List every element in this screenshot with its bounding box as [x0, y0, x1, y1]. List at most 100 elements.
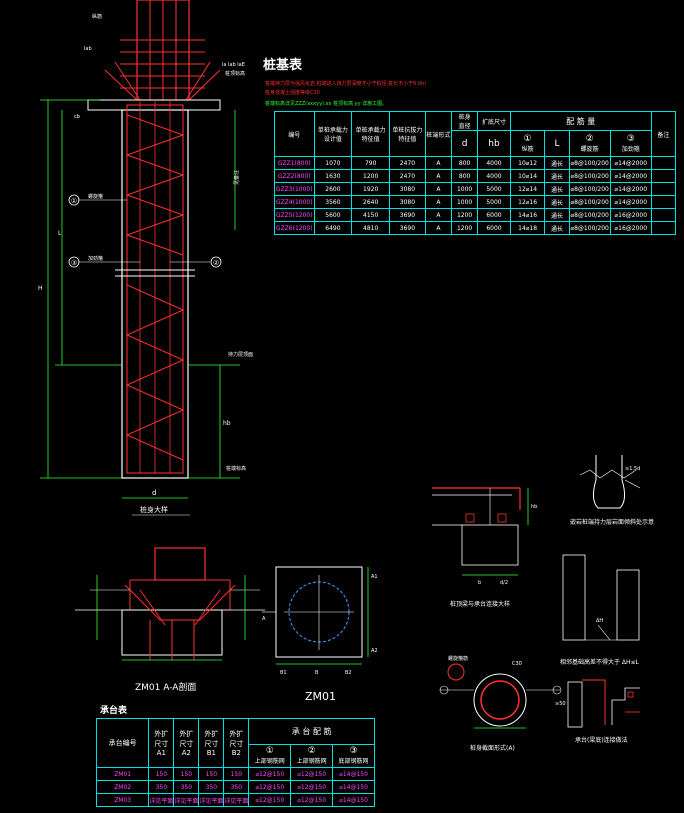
- pile-cell-c1: 2600: [313, 182, 353, 196]
- pile-cell-c1: 6490: [313, 221, 353, 235]
- pile-cell-b3: ⌀14@2000: [609, 169, 652, 183]
- beam-detail-drawing: [432, 487, 529, 576]
- pile-cell-c2: 1200: [351, 169, 391, 183]
- cap-table-row: ZM02 350 350 350 350 ⌀12@150 ⌀12@150 ⌀14@150: [95, 780, 375, 794]
- slope-label: ΔH: [596, 618, 603, 624]
- pile-th-col8: 备注: [650, 111, 677, 157]
- pile-cell-b3: ⌀14@2000: [609, 182, 652, 196]
- pile-cell-hb: 4000: [477, 169, 511, 183]
- pile-cell-hb: 4000: [477, 156, 511, 170]
- pile-th-col7: 配 筋 量: [509, 111, 652, 131]
- rock-label: ≥1.5d: [625, 466, 640, 472]
- rock-caption: 嵌岩桩端持力层岩面倾斜处示意: [570, 518, 654, 526]
- pile-cell-c2: 2640: [351, 195, 391, 209]
- pile-cell-d: 1200: [450, 221, 479, 235]
- pile-note-red-2: 桩身混凝土强度等级C30: [265, 90, 320, 96]
- cap-th-a2: 外扩 尺寸 A2: [173, 718, 200, 768]
- label-elev-bot: 桩端标高: [226, 465, 246, 472]
- pile-cell-c4: A: [424, 182, 453, 196]
- plan-caption: ZM01: [305, 690, 336, 703]
- pile-cell-b1: 14⌀18: [509, 221, 546, 235]
- label-L: L: [58, 230, 62, 237]
- pile-cell-note: [650, 208, 677, 222]
- label-dim2: 见备注: [233, 170, 240, 185]
- plan-label-B2: B2: [345, 670, 352, 676]
- label-elev-top: 桩顶标高: [225, 70, 245, 77]
- pile-cell-b2: ⌀8@100/200: [568, 195, 611, 209]
- beam-label-hb: hb: [531, 504, 537, 510]
- pile-cell-l: 通长: [544, 182, 570, 196]
- cap-cell-b1: 150: [198, 767, 225, 781]
- pile-cell-c3: 2470: [389, 156, 426, 170]
- cap-cell-r2: ⌀12@150: [290, 767, 334, 781]
- pile-th-col4: 桩端形式: [424, 111, 453, 157]
- cap-table-title: 承台表: [100, 706, 128, 716]
- pile-cell-b1: 10⌀12: [509, 156, 546, 170]
- pile-th-col1: 单桩承载力 设计值: [313, 111, 353, 157]
- pile-cell-c1: 1070: [313, 156, 353, 170]
- cap-th-r3: ③ 底部钢筋网: [332, 743, 375, 769]
- pile-cell-c3: 3690: [389, 208, 426, 222]
- label-dim: la lab laE: [222, 62, 245, 68]
- ring-spiral: 螺旋箍筋: [448, 655, 468, 662]
- label-H: H: [38, 285, 43, 292]
- pile-cell-d: 1000: [450, 195, 479, 209]
- plan-label-B1: B1: [280, 670, 287, 676]
- pile-cell-d: 1000: [450, 182, 479, 196]
- pile-cell-hb: 6000: [477, 221, 511, 235]
- cap-th-r2: ② 上部钢筋网: [290, 743, 334, 769]
- label-hb: hb: [223, 420, 231, 427]
- pile-cell-b1: 12⌀16: [509, 195, 546, 209]
- marker-1: ①: [71, 197, 77, 205]
- pile-cell-l: 通长: [544, 169, 570, 183]
- plan-label-A: A: [262, 616, 266, 622]
- pile-cell-note: [650, 169, 677, 183]
- cap-cell-no: ZM01: [95, 767, 150, 781]
- pile-th-col2: 单桩承载力 特征值: [351, 111, 391, 157]
- cap-cell-no: ZM02: [95, 780, 150, 794]
- pile-cell-hb: 5000: [477, 195, 511, 209]
- pile-cell-l: 通长: [544, 156, 570, 170]
- cap-th-no: 承台编号: [95, 718, 150, 768]
- pile-note-green: 桩端标高详见ZZZ(xxxyy).xx 桩顶标高 yy 详施工图。: [265, 101, 388, 107]
- pile-table-row: GZZ4(1000) 3560 2640 3080 A 1000 5000 12⌀16 通长 ⌀8…: [274, 195, 677, 209]
- cap-cell-r2: ⌀12@150: [290, 780, 334, 794]
- pile-cell-b3: ⌀16@2000: [609, 221, 652, 235]
- pile-cell-c4: A: [424, 156, 453, 170]
- cap-cell-b2: 详见平面: [223, 793, 250, 807]
- pile-cell-c2: 4150: [351, 208, 391, 222]
- pile-cell-no: GZZ4(1000): [274, 195, 315, 209]
- pile-cell-l: 通长: [544, 221, 570, 235]
- beam-label-b: b: [478, 580, 481, 586]
- pile-table-row: GZZ5(1200) 5600 4150 3690 A 1200 6000 14⌀16 通长 ⌀8…: [274, 208, 677, 222]
- pile-cell-b2: ⌀8@100/200: [568, 156, 611, 170]
- marker-2: ②: [213, 259, 219, 267]
- ring-label: C30: [512, 661, 522, 667]
- pile-cell-c4: A: [424, 195, 453, 209]
- pile-th-d: d: [450, 130, 479, 157]
- pile-cell-b3: ⌀14@2000: [609, 156, 652, 170]
- cap-cell-a1: 350: [148, 780, 175, 794]
- cap-section-drawing: [75, 547, 265, 661]
- pile-cell-l: 通长: [544, 208, 570, 222]
- wall-label: ≥50: [555, 701, 566, 707]
- pile-th-bar3: ③ 加劲箍: [609, 130, 652, 157]
- cap-th-r1: ① 上部钢筋网: [248, 743, 292, 769]
- cap-cell-a1: 150: [148, 767, 175, 781]
- cap-cell-r3: ⌀14@150: [332, 793, 375, 807]
- cap-cell-r1: ⌀12@150: [248, 780, 292, 794]
- pile-th-no: 编号: [274, 111, 315, 157]
- pile-cell-note: [650, 156, 677, 170]
- cap-cell-b1: 350: [198, 780, 225, 794]
- pile-cell-c2: 4810: [351, 221, 391, 235]
- pile-cell-b1: 10⌀14: [509, 169, 546, 183]
- ring-section-drawing: [439, 663, 562, 729]
- pile-cell-c1: 5600: [313, 208, 353, 222]
- pile-cell-b1: 12⌀14: [509, 182, 546, 196]
- pile-cell-b3: ⌀14@2000: [609, 195, 652, 209]
- section-caption: ZM01 A-A剖面: [135, 681, 196, 693]
- pile-table: 编号 单桩承载力 设计值 单桩承载力 特征值 单桩抗拔力 特征值 桩端形式 桩身 直径 …: [274, 111, 677, 235]
- cap-th-b1: 外扩 尺寸 B1: [198, 718, 225, 768]
- pile-cell-note: [650, 195, 677, 209]
- plan-label-A1: A1: [371, 574, 378, 580]
